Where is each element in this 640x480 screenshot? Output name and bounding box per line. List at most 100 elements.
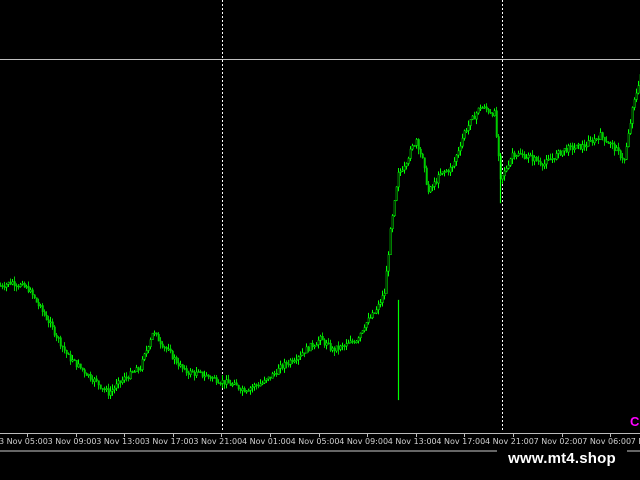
- candle-body: [491, 112, 494, 116]
- candle-body: [553, 158, 556, 160]
- candle-body: [29, 289, 32, 293]
- candle-body: [591, 140, 594, 144]
- candle-body: [507, 164, 510, 169]
- candle-body: [105, 388, 108, 390]
- candle-body: [451, 165, 454, 168]
- candle-body: [483, 106, 486, 109]
- candle-body: [583, 144, 586, 148]
- candle-body: [485, 106, 488, 110]
- candle-body: [407, 158, 410, 164]
- candle-body: [197, 371, 200, 373]
- candle-body: [537, 160, 540, 162]
- candle-body: [321, 336, 324, 341]
- candle-body: [3, 286, 6, 288]
- candle-body: [533, 157, 536, 162]
- candle-body: [219, 383, 222, 385]
- candle-body: [309, 342, 312, 352]
- candle-body: [417, 139, 420, 150]
- candle-body: [113, 387, 116, 390]
- candle-body: [391, 215, 394, 229]
- candle-body: [221, 380, 224, 384]
- candle-body: [395, 186, 398, 201]
- candle-body: [509, 158, 512, 166]
- candle-body: [445, 170, 448, 172]
- candle-body: [207, 374, 210, 377]
- candle-body: [399, 170, 402, 173]
- candle-body: [317, 340, 320, 345]
- candle-body: [291, 359, 294, 363]
- candle-body: [575, 144, 578, 149]
- candle-body: [427, 184, 430, 193]
- candle-body: [61, 345, 64, 348]
- candle-body: [13, 281, 16, 287]
- candle-body: [347, 342, 350, 345]
- chart-window[interactable]: 3 Nov 05:00 3 Nov 09:00 3 Nov 13:00 3 Nov 1…: [0, 0, 640, 480]
- candle-body: [527, 154, 530, 159]
- candle-body: [397, 172, 400, 188]
- candle-body: [97, 380, 100, 386]
- candle-body: [621, 157, 624, 160]
- candle-body: [21, 283, 24, 285]
- candle-body: [11, 281, 14, 285]
- candle-body: [171, 350, 174, 360]
- candle-body: [375, 309, 378, 314]
- candle-body: [199, 371, 202, 373]
- candle-body: [589, 140, 592, 142]
- candle-body: [549, 158, 552, 161]
- time-axis-label: 4 Nov 09:00: [339, 437, 389, 446]
- candle-body: [331, 347, 334, 351]
- candle-body: [239, 388, 242, 392]
- watermark-logo: www.mt4.shop: [497, 446, 627, 470]
- candle-body: [561, 150, 564, 156]
- candle-body: [607, 141, 610, 144]
- candle-body: [501, 175, 504, 180]
- candle-body: [581, 144, 584, 150]
- candle-body: [33, 294, 36, 299]
- candle-body: [235, 382, 238, 386]
- candle-body: [249, 387, 252, 391]
- candle-body: [529, 154, 532, 157]
- candle-body: [73, 359, 76, 361]
- candle-body: [283, 362, 286, 369]
- time-axis-label: 3 Nov 21:00: [193, 437, 243, 446]
- candle-body: [579, 143, 582, 150]
- candle-body: [477, 107, 480, 114]
- candle-body: [119, 380, 122, 383]
- candle-body: [141, 359, 144, 370]
- candle-body: [227, 379, 230, 384]
- candle-body: [281, 364, 284, 369]
- candle-body: [125, 376, 128, 379]
- candle-body: [453, 161, 456, 167]
- candle-body: [461, 137, 464, 147]
- candle-body: [211, 377, 214, 379]
- candle-body: [69, 354, 72, 362]
- candle-body: [333, 347, 336, 352]
- candle-body: [415, 139, 418, 146]
- price-chart[interactable]: [0, 0, 640, 452]
- candle-body: [233, 382, 236, 385]
- candle-body: [307, 346, 310, 352]
- candle-body: [305, 346, 308, 354]
- candle-body: [631, 107, 634, 124]
- candle-body: [191, 370, 194, 373]
- candle-body: [241, 388, 244, 392]
- candle-body: [1, 285, 4, 287]
- candle-body: [81, 367, 84, 370]
- candle-body: [183, 368, 186, 370]
- candle-body: [425, 167, 428, 185]
- time-axis-label: 3 Nov 13:00: [96, 437, 146, 446]
- candle-body: [155, 332, 158, 335]
- candle-body: [17, 285, 20, 288]
- candle-body: [39, 305, 42, 307]
- candle-body: [411, 145, 414, 150]
- candle-body: [471, 115, 474, 120]
- candle-body: [173, 357, 176, 360]
- candle-body: [247, 390, 250, 392]
- candle-body: [615, 147, 618, 152]
- candle-body: [161, 343, 164, 348]
- candle-body: [523, 154, 526, 160]
- candle-body: [277, 368, 280, 375]
- candle-body: [473, 115, 476, 120]
- candle-body: [139, 369, 142, 371]
- candle-body: [531, 154, 534, 162]
